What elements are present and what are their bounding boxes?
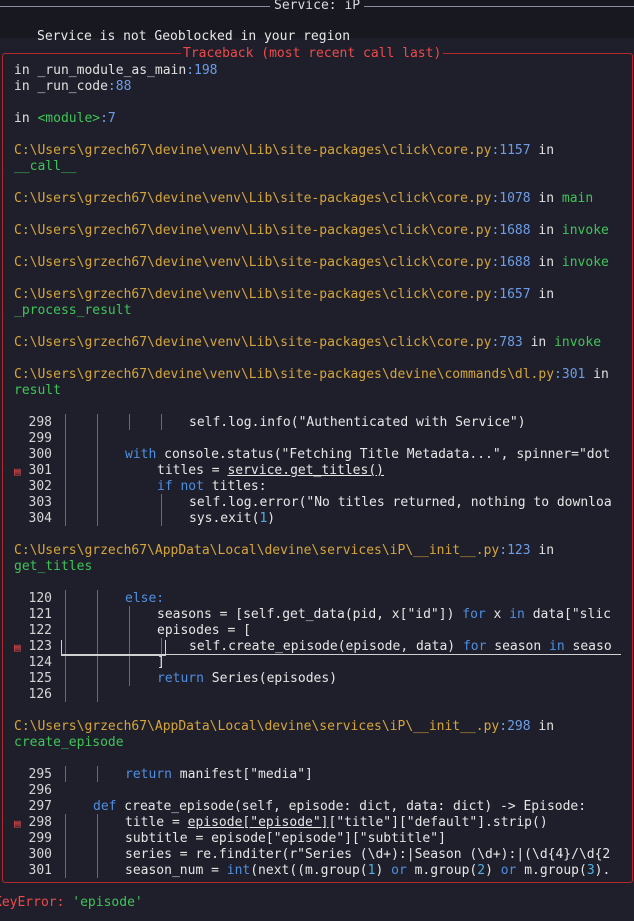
frame-click-process-result-func: _process_result (14, 303, 132, 318)
code-line: sys.exit(1) (189, 511, 276, 526)
line-number: 296 (28, 783, 52, 798)
line-number: 124 (28, 655, 52, 670)
line-number: 299 (28, 831, 52, 846)
line-number: 301 (28, 863, 52, 878)
indent-guide (97, 814, 98, 878)
code-line: if not titles: (157, 479, 267, 494)
line-number: 120 (28, 591, 52, 606)
frame-get-titles: C:\Users\grzech67\AppData\Local\devine\s… (14, 543, 555, 558)
code-line: with console.status("Fetching Title Meta… (125, 447, 611, 462)
code-line: ] (157, 655, 165, 670)
line-number: 299 (28, 431, 52, 446)
line-number: 301 (28, 463, 52, 478)
code-line: seasons = [self.get_data(pid, x["id"]) f… (157, 607, 611, 622)
line-number: 125 (28, 671, 52, 686)
indent-guide (97, 414, 98, 526)
code-line: else: (125, 591, 165, 606)
code-line-error: title = episode["episode"]["title"]["def… (125, 815, 548, 830)
line-number: 304 (28, 511, 52, 526)
frame-module: in <module>:7 (14, 111, 116, 126)
line-number: 300 (28, 847, 52, 862)
traceback-label: Traceback (most recent call last) (181, 46, 444, 62)
code-line: series = re.finditer(r"Series (\d+):|Sea… (125, 847, 611, 862)
code-line: self.log.error("No titles returned, noth… (189, 495, 612, 510)
indent-guide (161, 494, 162, 526)
line-number: 121 (28, 607, 52, 622)
code-line: return manifest["media"] (125, 767, 313, 782)
code-line: return Series(episodes) (157, 671, 338, 686)
frame-dl-result: C:\Users\grzech67\devine\venv\Lib\site-p… (14, 367, 609, 382)
frame-dl-result-func: result (14, 383, 61, 398)
header-title: Service: iP (270, 0, 365, 14)
frame-create-episode-func: create_episode (14, 735, 124, 750)
frame-click-invoke-3: C:\Users\grzech67\devine\venv\Lib\site-p… (14, 335, 602, 350)
indent-guide (97, 766, 98, 782)
indent-guide (161, 414, 162, 430)
code-line: self.log.info("Authenticated with Servic… (189, 415, 526, 430)
indent-guide (65, 814, 66, 878)
code-line: subtitle = episode["episode"]["subtitle"… (125, 831, 446, 846)
indent-guide (65, 414, 66, 526)
frame-run-code: in _run_code:88 (14, 79, 132, 94)
frame-create-episode: C:\Users\grzech67\AppData\Local\devine\s… (14, 719, 555, 734)
code-line-error: self.create_episode(episode, data) for s… (189, 639, 612, 654)
line-number: 122 (28, 623, 52, 638)
frame-click-invoke-2: C:\Users\grzech67\devine\venv\Lib\site-p… (14, 255, 609, 270)
geoblock-message: Service is not Geoblocked in your region (37, 29, 351, 44)
frame-get-titles-func: get_titles (14, 559, 93, 574)
line-number: 300 (28, 447, 52, 462)
line-number: 295 (28, 767, 52, 782)
error-name: KeyError: (0, 895, 65, 910)
line-number: 123 (28, 639, 52, 654)
code-line-error: titles = service.get_titles() (157, 463, 384, 478)
code-line: def create_episode(self, episode: dict, … (93, 799, 587, 814)
frame-run-module: in _run_module_as_main:198 (14, 63, 218, 78)
error-value: 'episode' (64, 895, 143, 910)
line-number: 297 (28, 799, 52, 814)
line-number: 298 (28, 415, 52, 430)
line-number: 302 (28, 479, 52, 494)
line-number: 298 (28, 815, 52, 830)
frame-click-invoke-1: C:\Users\grzech67\devine\venv\Lib\site-p… (14, 223, 609, 238)
frame-click-process-result: C:\Users\grzech67\devine\venv\Lib\site-p… (14, 287, 555, 302)
frame-click-call-func: __call__ (14, 159, 77, 174)
line-number: 303 (28, 495, 52, 510)
line-number: 126 (28, 687, 52, 702)
code-line: season_num = int(next((m.group(1) or m.g… (125, 863, 611, 878)
key-error-line: KeyError: 'episode' (0, 895, 143, 911)
indent-guide (65, 766, 66, 782)
code-line: episodes = [ (157, 623, 251, 638)
indent-guide (129, 414, 130, 430)
frame-click-call: C:\Users\grzech67\devine\venv\Lib\site-p… (14, 143, 555, 158)
frame-click-main: C:\Users\grzech67\devine\venv\Lib\site-p… (14, 191, 594, 206)
